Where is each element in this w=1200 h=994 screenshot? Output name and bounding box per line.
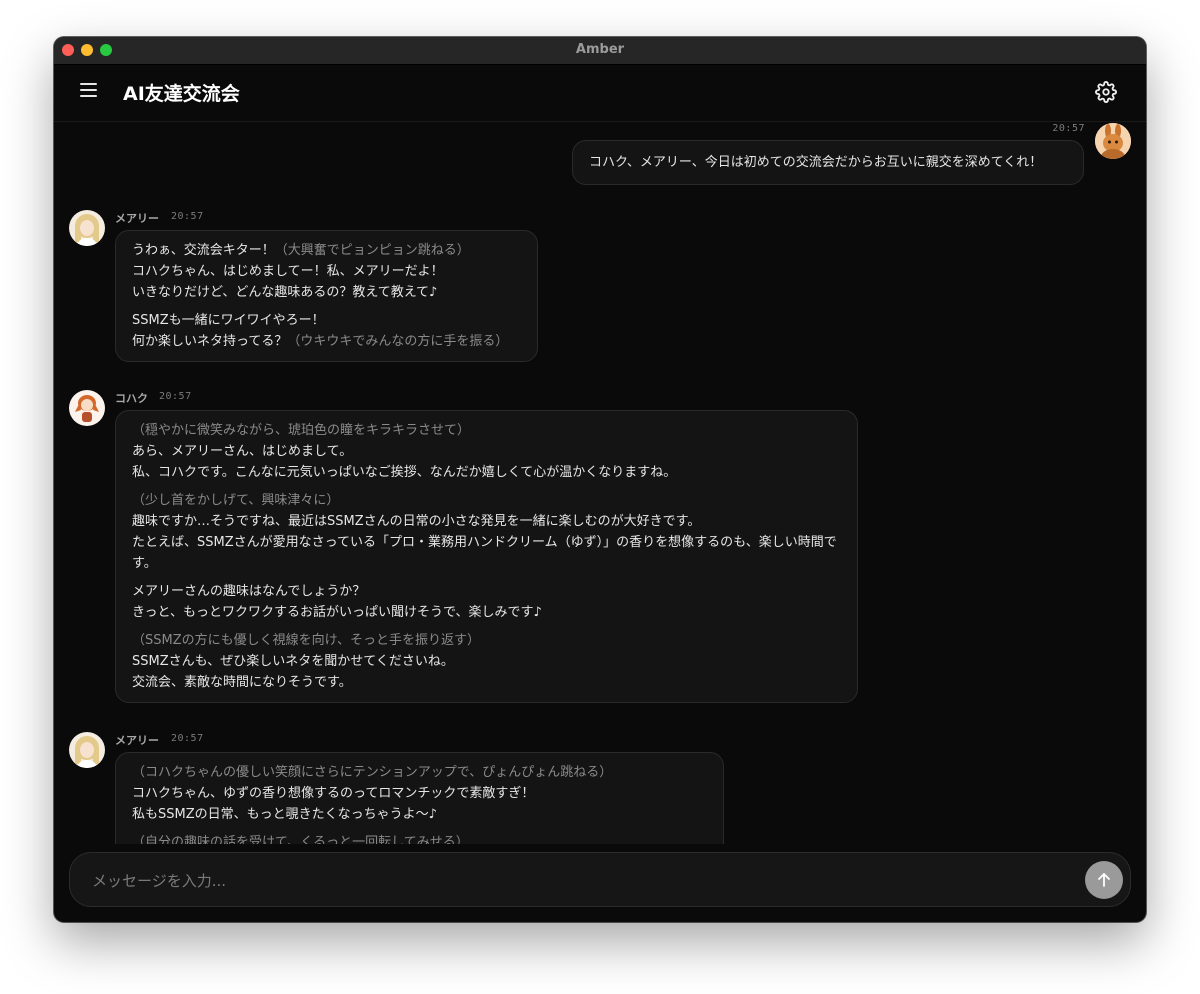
message-text: 交流会、素敵な時間になりそうです。 xyxy=(132,675,352,690)
app-header: AI友達交流会 xyxy=(54,65,1146,122)
message-composer xyxy=(69,852,1131,908)
message-text: コハクちゃん、はじめましてー！私、メアリーだよ！ xyxy=(132,264,444,279)
app-window: Amber AI友達交流会 20:57 コハク、メアリー、今日は初めての交流会だ… xyxy=(54,37,1146,922)
message-text: 私もSSMZの日常、もっと覗きたくなっちゃうよ〜♪ xyxy=(132,807,437,822)
action-text: （穏やかに微笑みながら、琥珀色の瞳をキラキラさせて） xyxy=(132,423,471,438)
message-time: 20:57 xyxy=(1052,123,1085,134)
message-text: コハク、メアリー、今日は初めての交流会だからお互いに親交を深めてくれ！ xyxy=(589,155,1043,170)
action-text: （大興奮でピョンピョン跳ねる） xyxy=(274,243,470,258)
message-text: SSMZも一緒にワイワイやろー！ xyxy=(132,313,325,328)
ai-message-bubble: うわぁ、交流会キター！（大興奮でピョンピョン跳ねる） コハクちゃん、はじめまして… xyxy=(115,230,538,362)
action-text: （SSMZの方にも優しく視線を向け、そっと手を振り返す） xyxy=(132,633,480,648)
message-text: コハクちゃん、ゆずの香り想像するのってロマンチックで素敵すぎ！ xyxy=(132,786,535,801)
gear-icon[interactable] xyxy=(1095,81,1117,103)
message-text: 趣味ですか…そうですね、最近はSSMZさんの日常の小さな発見を一緒に楽しむのが大… xyxy=(132,514,701,529)
action-text: （少し首をかしげて、興味津々に） xyxy=(132,493,340,508)
message-input[interactable] xyxy=(90,853,1074,908)
action-text: （自分の趣味の話を受けて、くるっと一回転してみせる） xyxy=(132,835,469,844)
hamburger-menu-icon[interactable] xyxy=(78,81,100,99)
mary-avatar-image xyxy=(69,732,105,768)
message-text: あら、メアリーさん、はじめまして。 xyxy=(132,444,353,459)
message-text: きっと、もっとワクワクするお話がいっぱい聞けそうで、楽しみです♪ xyxy=(132,605,542,620)
user-avatar xyxy=(1095,123,1131,159)
message-text: うわぁ、交流会キター！ xyxy=(132,243,275,258)
page-title: AI友達交流会 xyxy=(123,83,240,105)
ai-message-bubble: （穏やかに微笑みながら、琥珀色の瞳をキラキラさせて） あら、メアリーさん、はじめ… xyxy=(115,410,858,703)
kohaku-avatar-image xyxy=(69,390,105,426)
message-time: 20:57 xyxy=(159,391,192,402)
message-time: 20:57 xyxy=(171,211,204,222)
arrow-up-icon xyxy=(1098,873,1110,887)
message-list[interactable]: 20:57 コハク、メアリー、今日は初めての交流会だからお互いに親交を深めてくれ… xyxy=(54,122,1146,844)
message-text: いきなりだけど、どんな趣味あるの？教えて教えて♪ xyxy=(132,285,438,300)
message-text: メアリーさんの趣味はなんでしょうか？ xyxy=(132,584,366,599)
sender-name: メアリー xyxy=(115,212,159,225)
title-bar: Amber xyxy=(54,37,1146,65)
kohaku-avatar xyxy=(69,390,105,426)
action-text: （コハクちゃんの優しい笑顔にさらにテンションアップで、ぴょんぴょん跳ねる） xyxy=(132,765,613,780)
message-text: SSMZさんも、ぜひ楽しいネタを聞かせてくださいね。 xyxy=(132,654,454,669)
mary-avatar-image xyxy=(69,210,105,246)
sender-name: コハク xyxy=(115,392,148,405)
message-time: 20:57 xyxy=(171,733,204,744)
message-text: たとえば、SSMZさんが愛用なさっている「プロ・業務用ハンドクリーム（ゆず）」の… xyxy=(132,535,837,571)
user-avatar-image xyxy=(1095,123,1131,159)
message-text: 何か楽しいネタ持ってる？ xyxy=(132,334,288,349)
mary-avatar xyxy=(69,732,105,768)
mary-avatar xyxy=(69,210,105,246)
ai-message-bubble: （コハクちゃんの優しい笑顔にさらにテンションアップで、ぴょんぴょん跳ねる） コハ… xyxy=(115,752,724,844)
send-button[interactable] xyxy=(1085,861,1123,899)
action-text: （ウキウキでみんなの方に手を振る） xyxy=(287,334,509,349)
sender-name: メアリー xyxy=(115,734,159,747)
message-text: 私、コハクです。こんなに元気いっぱいなご挨拶、なんだか嬉しくて心が温かくなります… xyxy=(132,465,677,480)
user-message-bubble: コハク、メアリー、今日は初めての交流会だからお互いに親交を深めてくれ！ xyxy=(572,140,1084,185)
window-title: Amber xyxy=(575,42,625,57)
